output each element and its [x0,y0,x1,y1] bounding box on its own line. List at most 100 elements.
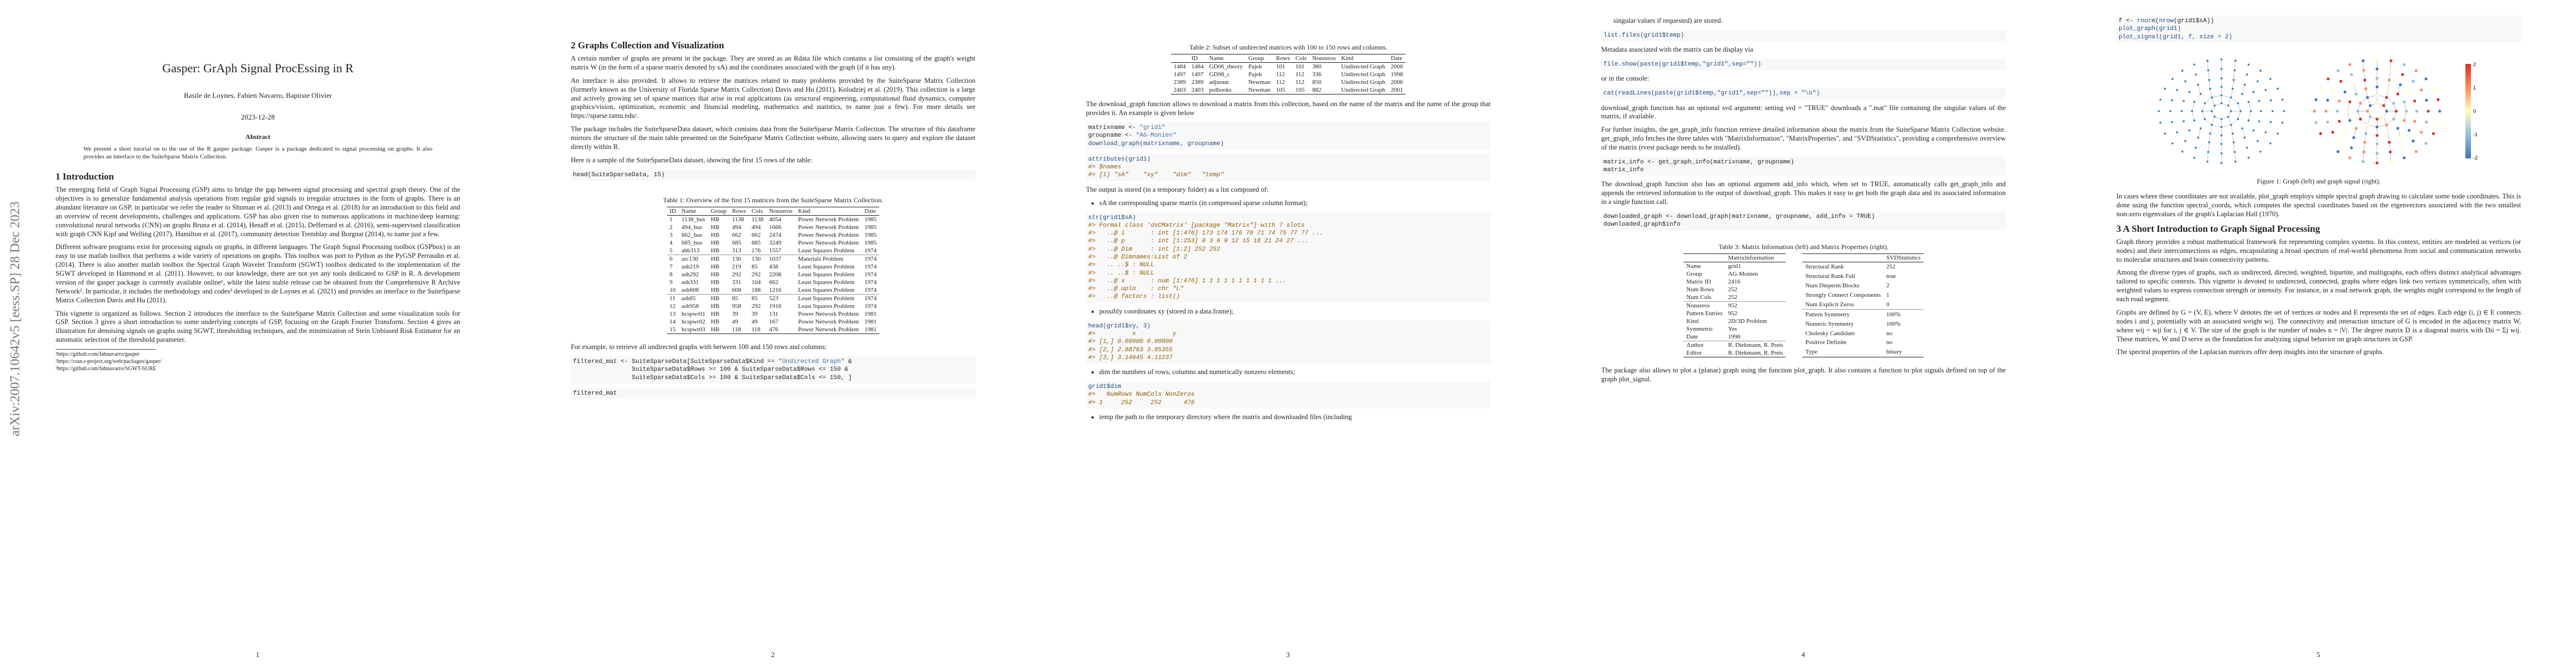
graph-edge [2231,118,2239,125]
graph-node [2375,102,2379,105]
graph-edge [2242,84,2245,94]
table-row: Num Dmperm Blocks 2 [1802,281,1923,291]
graph-node [2281,98,2284,101]
table-cell: 1138 [751,216,764,223]
table-cell: Num Explicit Zeros [1805,301,1854,308]
footnote-2[interactable]: ²https://cran.r-project.org/web/packages… [56,358,278,365]
table-cell: 100% [1886,320,1901,327]
graph-node [2403,119,2406,122]
graph-node [2415,109,2418,113]
graph-node [2269,142,2271,145]
table-cell: 11 [669,295,676,302]
graph-node [2239,110,2242,112]
figure-1-caption: Figure 1: Graph (left) and graph signal … [2256,177,2381,185]
table-row: Symmetric Yes [1683,325,1786,333]
footnote-3[interactable]: ³https://github.com/fabnavarro/SGWT-SURE [56,365,278,372]
table-cell: 130 [732,256,741,263]
graph-node [2256,140,2259,142]
table-header-cell: Nonzeros [769,208,793,215]
table-row: Date 1998 [1683,333,1786,341]
graph-edge [2228,97,2231,106]
table-2-header: ID Name Group Rows Cols Nonzeros Kind Da… [1170,54,1406,63]
graph-node [2408,128,2411,132]
graph-node [2336,109,2339,113]
code-block-head: head(SuiteSparseData, 15) [571,169,975,181]
page-number: 4 [1801,650,1805,659]
graph-node [2385,96,2388,99]
section-3-heading: 3 A Short Introduction to Graph Signal P… [2116,223,2320,234]
graph-edge [2231,125,2233,134]
table-header-cell: Nonzeros [1312,55,1336,62]
graph-node [2250,110,2252,112]
table-cell: 1998 [1728,333,1741,340]
table-row: Num Rows 252 [1683,286,1786,293]
graph-node [2403,100,2406,103]
table-cell: 7 [669,263,673,271]
graph-node [2176,131,2179,133]
add-info-paragraph: The download_graph function also has an … [1601,180,2006,206]
table-row: Cholesky Candidate no [1802,328,1923,338]
footnote-1[interactable]: ¹https://github.com/fabnavarro/gasper [56,351,278,358]
list-item: temp the path to the temporary directory… [1099,413,1491,422]
graph-node [2426,109,2430,113]
table-cell: bcspwr01 [681,311,706,318]
gsp-paragraph-3: Graphs are defined by G = (V, E), where … [2116,308,2521,343]
graph-edge [2232,133,2234,142]
code-block-cat: cat(readLines(paste(grid1$temp,"grid1",s… [1601,88,2006,99]
table-cell: 39 [751,311,758,318]
table-cell: 523 [769,295,779,302]
colorbar-tick: 1 [2473,85,2476,91]
table-cell: 118 [732,326,741,334]
graph-node [2361,59,2365,62]
table-cell: Author [1686,341,1704,349]
table-cell: 2D/3D Problem [1728,317,1767,325]
graph-node [2375,58,2379,61]
graph-node [2331,88,2334,92]
graph-node [2405,109,2408,113]
graph-node [2437,98,2440,101]
table-cell: 49 [732,318,739,326]
graph-edge [2389,142,2391,152]
graph-node [2248,156,2250,159]
table-cell: 1981 [864,326,877,334]
table-cell: 100% [1886,311,1901,318]
abstract-heading: Abstract [245,133,271,141]
graph-node [2230,123,2233,126]
intro-paragraph-2: Different software programs exist for pr… [56,243,460,304]
table-cell: Matrix ID [1686,278,1711,285]
download-paragraph: The download_graph function allows to do… [1086,100,1491,117]
footnotes: ¹https://github.com/fabnavarro/gasper ²h… [56,349,162,372]
graph-edge [2202,111,2205,120]
table-cell: 6 [669,256,673,263]
table-cell: Cholesky Candidate [1805,330,1855,337]
table-header-cell: Kind [1341,55,1354,62]
table-cell: 1974 [864,247,877,255]
table-2: ID Name Group Rows Cols Nonzeros Kind Da… [1170,54,1406,94]
table-cell: 1985 [864,216,877,223]
graph-node [2336,69,2340,72]
page-3: Table 2: Subset of undirected matrices w… [1030,0,1546,667]
graph-node [2313,109,2316,113]
table-cell: no [1886,339,1892,346]
page-3-body: Table 2: Subset of undirected matrices w… [1086,43,1491,426]
graphs-paragraph-3: The package includes the SuiteSparseData… [571,125,975,151]
table-cell: HB [711,216,720,223]
graph-node [2230,110,2233,112]
graph-edge [2202,103,2205,111]
table-cell: Name [1686,262,1701,270]
table-cell: 2474 [769,232,781,239]
intro-paragraph-3: This vignette is organized as follows. S… [56,309,460,344]
graph-edge [2211,125,2222,127]
graph-node [2209,87,2211,90]
graph-node [2195,146,2197,149]
table-cell: 313 [732,247,741,255]
graph-node [2424,77,2428,81]
graph-node [2339,140,2343,143]
gsp-paragraph-1: Graph theory provides a robust mathemati… [2116,237,2521,263]
table-cell: 252 [1728,286,1737,293]
table-cell: polbooks [1209,87,1232,94]
graph-node [2259,150,2262,153]
section-2-heading: 2 Graphs Collection and Visualization [571,40,724,51]
graph-node [2403,156,2406,160]
code-block-list-files: list.files(grid1$temp) [1601,29,2006,42]
